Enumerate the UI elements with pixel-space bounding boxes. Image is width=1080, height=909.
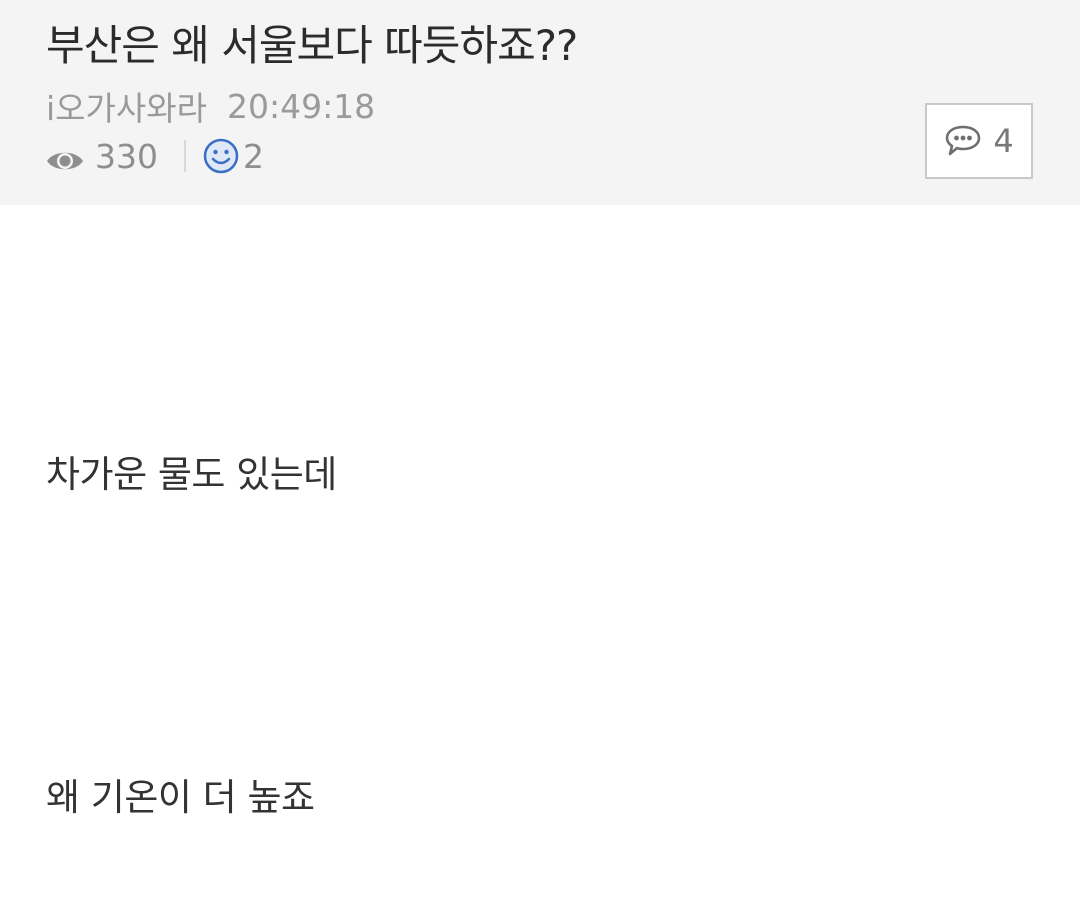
eye-icon xyxy=(46,143,84,170)
comment-button[interactable]: 4 xyxy=(925,103,1033,179)
speech-bubble-icon xyxy=(944,124,982,158)
post-time: 20:49:18 xyxy=(226,86,376,126)
author-name[interactable]: i오가사와라 xyxy=(46,82,207,130)
post-header: 부산은 왜 서울보다 따듯하죠?? i오가사와라 20:49:18 330 2 xyxy=(0,0,1080,205)
divider xyxy=(184,140,186,172)
post-meta: i오가사와라 20:49:18 xyxy=(46,82,376,130)
post-paragraph: 왜 기온이 더 높죠 xyxy=(46,776,315,819)
post-title: 부산은 왜 서울보다 따듯하죠?? xyxy=(46,21,578,70)
comment-count: 4 xyxy=(993,122,1014,160)
smile-icon xyxy=(203,138,239,174)
post-paragraph: 차가운 물도 있는데 xyxy=(46,453,337,496)
view-count: 330 xyxy=(95,136,158,176)
post-stats: 330 2 xyxy=(46,134,264,178)
like-count: 2 xyxy=(243,136,264,176)
